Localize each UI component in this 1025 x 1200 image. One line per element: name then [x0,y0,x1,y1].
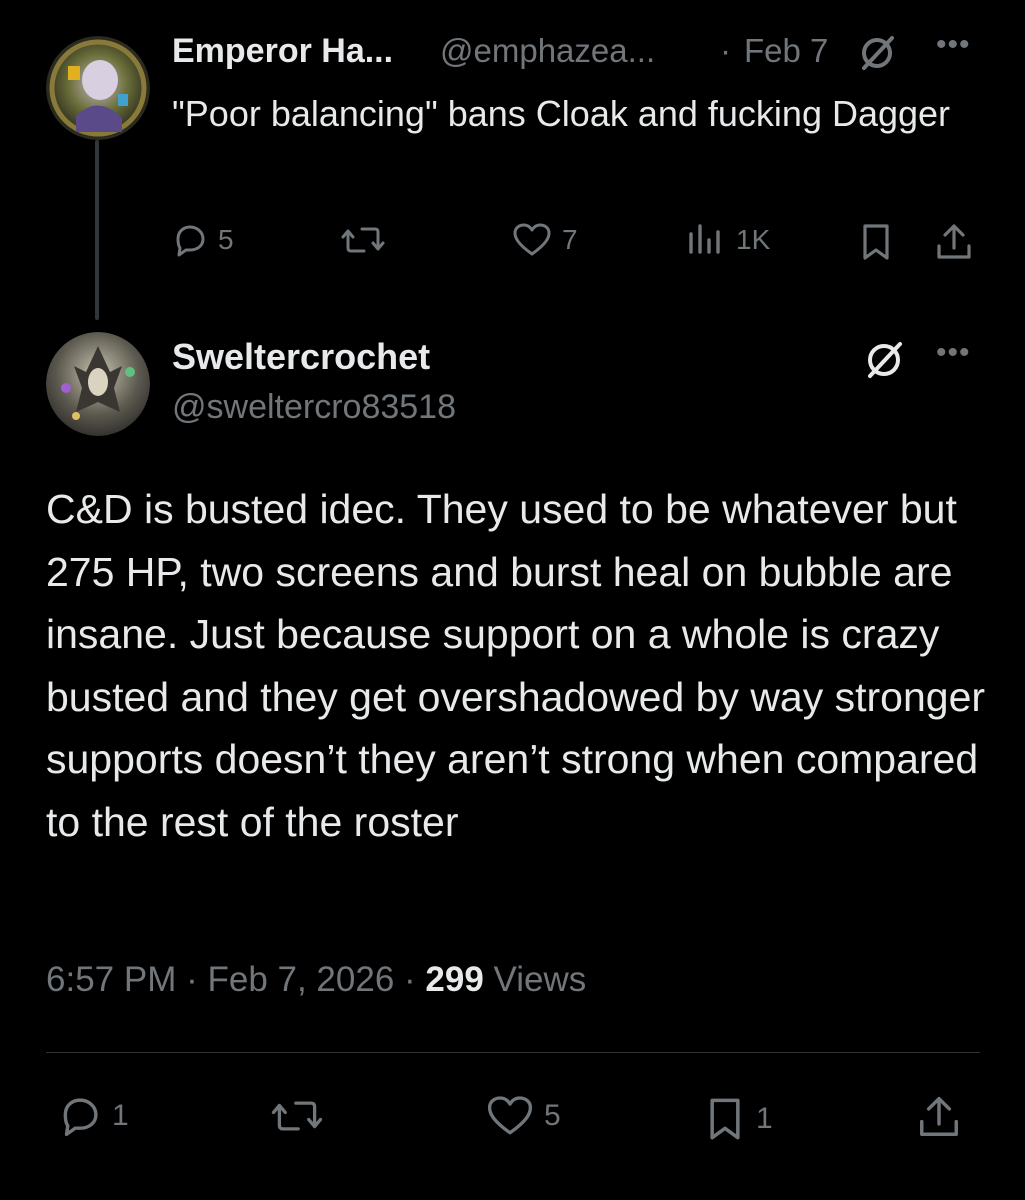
like-count: 5 [544,1099,561,1132]
reply-button[interactable]: 5 [172,222,234,258]
avatar-main[interactable] [46,332,150,436]
tweet-date[interactable]: Feb 7, 2026 [207,960,394,999]
reply-count: 5 [218,224,234,255]
like-button[interactable]: 7 [512,222,578,258]
tweet-time[interactable]: 6:57 PM [46,960,176,999]
parent-date[interactable]: Feb 7 [744,32,828,70]
more-icon[interactable]: ••• [936,28,971,62]
like-button[interactable]: 5 [486,1094,561,1138]
bookmark-button[interactable]: 1 [704,1094,773,1144]
share-button[interactable] [916,1094,962,1140]
more-icon[interactable]: ••• [936,336,971,370]
share-icon [937,224,971,259]
main-handle[interactable]: @sweltercro83518 [172,388,456,427]
share-icon [920,1096,958,1136]
meta-separator: · [394,960,426,999]
reply-count: 1 [112,1099,129,1132]
retweet-icon [341,227,385,253]
reply-icon [176,225,205,257]
parent-handle[interactable]: @emphazea... [440,32,655,70]
divider [46,1052,980,1053]
avatar-parent[interactable] [46,36,150,140]
retweet-button[interactable] [270,1094,334,1138]
parent-author-name[interactable]: Emperor Ha... [172,32,393,71]
views-button[interactable]: 1K [686,222,770,258]
main-author-name[interactable]: Sweltercrochet [172,336,430,378]
meta-separator: · [176,960,208,999]
parent-tweet-text: "Poor balancing" bans Cloak and fucking … [172,93,951,134]
main-tweet-text: C&D is busted idec. They used to be what… [46,486,986,845]
like-count: 7 [562,224,578,255]
reply-icon [63,1098,98,1137]
bookmark-icon [710,1098,740,1140]
separator-dot: · [720,32,731,69]
bookmark-icon [863,224,889,260]
grok-slash-icon[interactable] [862,338,906,387]
tweet-meta: 6:57 PM · Feb 7, 2026 · 299 Views [46,960,586,1000]
reply-button[interactable]: 1 [58,1094,129,1138]
thread-line [95,140,99,320]
retweet-icon [271,1101,323,1131]
heart-icon [513,223,551,256]
heart-icon [487,1096,533,1135]
views-count: 1K [736,224,771,255]
bookmark-count: 1 [756,1102,773,1135]
retweet-button[interactable] [340,222,396,258]
views-icon [689,224,720,254]
views-count: 299 [425,960,484,999]
bookmark-button[interactable] [858,222,894,262]
views-label: Views [483,960,587,999]
grok-slash-icon[interactable] [856,32,898,79]
share-button[interactable] [934,222,974,262]
